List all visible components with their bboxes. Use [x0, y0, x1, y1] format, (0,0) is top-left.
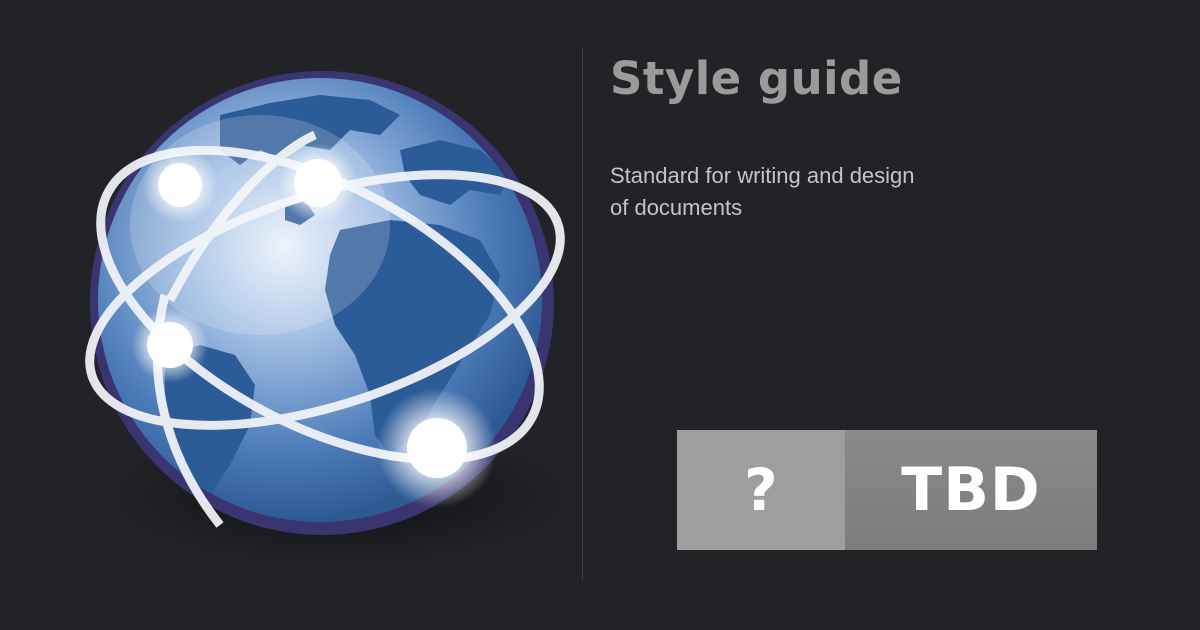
- status-badge-value: TBD: [845, 430, 1097, 550]
- social-card: Style guide Standard for writing and des…: [0, 0, 1200, 630]
- status-badge: ? TBD: [677, 430, 1097, 550]
- vertical-divider: [582, 48, 583, 580]
- page-subtitle: Standard for writing and design of docum…: [610, 160, 970, 224]
- network-globe-icon: [70, 55, 580, 575]
- status-badge-label: ?: [677, 430, 845, 550]
- subtitle-line-1: Standard for writing and design: [610, 163, 915, 188]
- page-title: Style guide: [610, 52, 903, 105]
- subtitle-line-2: of documents: [610, 195, 743, 220]
